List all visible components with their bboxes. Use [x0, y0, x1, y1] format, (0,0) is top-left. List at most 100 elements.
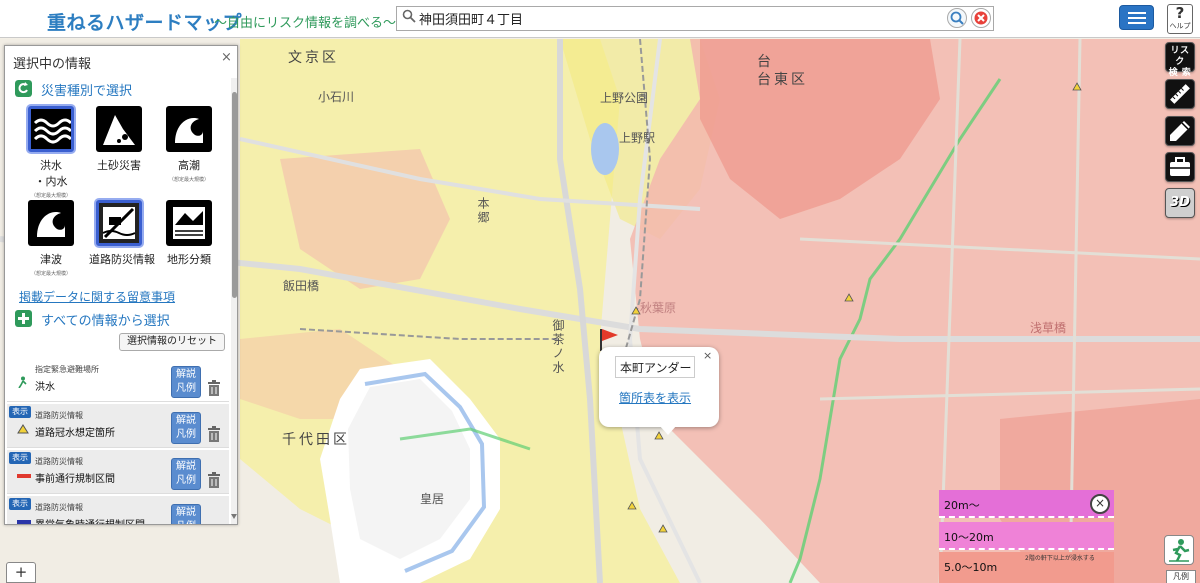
- hazard-storm-surge[interactable]: 高潮 （想定最大規模）: [159, 106, 219, 183]
- help-button[interactable]: ? ヘルプ: [1167, 4, 1193, 34]
- legend-button-line1: 解説: [176, 461, 196, 472]
- search-clear-button[interactable]: [971, 8, 991, 28]
- legend-button[interactable]: 解説 凡例: [171, 458, 201, 490]
- map-label-koishikawa: 小石川: [318, 90, 355, 104]
- map-label-taito: 台東区: [757, 72, 808, 88]
- red-line-icon: [17, 474, 31, 478]
- main-menu-button[interactable]: [1119, 5, 1154, 30]
- panel-scroll-thumb[interactable]: [232, 92, 237, 298]
- map-label-chiyoda: 千代田区: [282, 432, 350, 448]
- hazard-flood-note: （想定最大規模）: [30, 193, 71, 199]
- measure-button[interactable]: [1165, 79, 1195, 109]
- layer-item[interactable]: 表示 道路防災情報 異常気象時通行規制区間 解説 凡例: [7, 496, 229, 524]
- layer-item[interactable]: 指定緊急避難場所 洪水 解説 凡例: [7, 358, 229, 402]
- evacuation-site-icon: [18, 376, 27, 388]
- evacuation-button[interactable]: [1164, 535, 1194, 565]
- legend-button[interactable]: 解説 凡例: [171, 412, 201, 444]
- selected-info-panel: 選択中の情報 × 災害種別で選択 洪水 ・内水 （想定最大規模） 土砂災害 高潮…: [4, 45, 238, 525]
- search-go-icon: [950, 11, 964, 25]
- panel-scrollbar[interactable]: [231, 78, 237, 524]
- scroll-down-icon[interactable]: [231, 514, 237, 519]
- hazard-flood-label: 洪水: [40, 159, 62, 172]
- map-label-ueno-station: 上野駅: [619, 131, 656, 145]
- hazard-landslide[interactable]: 土砂災害: [89, 106, 149, 174]
- menu-bar-icon: [1128, 17, 1146, 19]
- search-input[interactable]: [419, 7, 939, 29]
- map-popup: 本町アンダー 箇所表を表示 ×: [599, 347, 719, 435]
- risk-search-button[interactable]: リスク 検 索: [1165, 42, 1195, 78]
- trash-icon[interactable]: [207, 380, 221, 396]
- depth-row: 5.0～10m 2階の軒下以上が浸水する: [939, 552, 1114, 583]
- section-all-info-label: すべての情報から選択: [41, 314, 170, 329]
- hazard-tsunami[interactable]: 津波 （想定最大規模）: [21, 200, 81, 277]
- show-tag[interactable]: 表示: [9, 406, 31, 418]
- app-subtitle: ～自由にリスク情報を調べる～: [214, 16, 397, 31]
- menu-bar-icon: [1128, 22, 1146, 24]
- risk-search-line1: リスク: [1170, 46, 1190, 67]
- warning-triangle-icon: [17, 424, 29, 434]
- popup-table-link[interactable]: 箇所表を表示: [619, 389, 691, 406]
- hazard-landslide-label: 土砂災害: [97, 159, 141, 172]
- road-disaster-icon: [96, 200, 142, 246]
- map-label-hongo: 本郷: [476, 197, 490, 225]
- legend-button-line2: 凡例: [172, 520, 200, 524]
- legend-button-line1: 解説: [176, 507, 196, 518]
- legend-button-line2: 凡例: [176, 383, 196, 394]
- depth-row: 20m～ ×: [939, 490, 1114, 518]
- menu-bar-icon: [1128, 12, 1146, 14]
- hazard-terrain[interactable]: 地形分類: [159, 200, 219, 268]
- flood-icon: [28, 106, 74, 152]
- section-disaster-type-label: 災害種別で選択: [41, 84, 133, 99]
- disaster-type-icon: [15, 80, 32, 97]
- show-tag[interactable]: 表示: [9, 452, 31, 464]
- hazard-terrain-label: 地形分類: [167, 253, 211, 266]
- tools-button[interactable]: [1165, 152, 1195, 182]
- map-label-bunkyo: 文京区: [288, 50, 339, 66]
- trash-icon[interactable]: [207, 472, 221, 488]
- trash-icon[interactable]: [207, 426, 221, 442]
- app-title[interactable]: 重ねるハザードマップ: [47, 8, 242, 35]
- tsunami-icon: [28, 200, 74, 246]
- panel-close-button[interactable]: ×: [221, 50, 232, 65]
- layer-name: 道路冠水想定箇所: [35, 428, 115, 439]
- map-label-asakusabashi: 浅草橋: [1030, 321, 1067, 335]
- app-header: 重ねるハザードマップ ～自由にリスク情報を調べる～ ? ヘルプ: [0, 0, 1200, 38]
- panel-title: 選択中の情報: [13, 57, 92, 72]
- legend-button[interactable]: 解説 凡例: [171, 504, 201, 524]
- ruler-icon: [1170, 84, 1190, 104]
- layer-name: 洪水: [35, 382, 55, 393]
- legend-close-button[interactable]: ×: [1090, 494, 1110, 514]
- terrain-icon: [166, 200, 212, 246]
- blue-line-icon: [17, 520, 31, 524]
- hazard-storm-surge-label: 高潮: [178, 159, 200, 172]
- clear-icon: [974, 11, 988, 25]
- search-submit-button[interactable]: [947, 8, 967, 28]
- map-label-taito-a: 台: [757, 54, 774, 70]
- map-label-kokyo: 皇居: [420, 492, 445, 506]
- layer-name: 異常気象時通行規制区間: [35, 516, 145, 524]
- depth-row: 10～20m: [939, 522, 1114, 550]
- popup-place-name: 本町アンダー: [615, 356, 695, 378]
- layer-category: 道路防災情報: [35, 503, 83, 512]
- three-d-label: 3D: [1170, 195, 1190, 210]
- map-label-akihabara: 秋葉原: [640, 301, 677, 315]
- legend-button-line1: 解説: [176, 415, 196, 426]
- zoom-in-button[interactable]: +: [6, 562, 36, 583]
- data-notes-link[interactable]: 掲載データに関する留意事項: [19, 288, 175, 305]
- popup-close-button[interactable]: ×: [703, 349, 712, 362]
- legend-toggle-button[interactable]: 凡例: [1166, 570, 1196, 583]
- hazard-road[interactable]: 道路防災情報: [89, 200, 155, 268]
- hazard-flood-label2: ・内水: [34, 175, 68, 188]
- reset-selection-button[interactable]: 選択情報のリセット: [119, 333, 225, 351]
- layer-category: 道路防災情報: [35, 457, 83, 466]
- draw-button[interactable]: [1165, 116, 1195, 146]
- layer-item[interactable]: 表示 道路防災情報 事前通行規制区間 解説 凡例: [7, 450, 229, 494]
- legend-button[interactable]: 解説 凡例: [171, 366, 201, 398]
- layer-category: 指定緊急避難場所: [35, 365, 99, 374]
- three-d-button[interactable]: 3D: [1165, 188, 1195, 218]
- show-tag[interactable]: 表示: [9, 498, 31, 510]
- landslide-icon: [96, 106, 142, 152]
- hazard-flood[interactable]: 洪水 ・内水 （想定最大規模）: [21, 106, 81, 199]
- storm-surge-icon: [166, 106, 212, 152]
- layer-item[interactable]: 表示 道路防災情報 道路冠水想定箇所 解説 凡例: [7, 404, 229, 448]
